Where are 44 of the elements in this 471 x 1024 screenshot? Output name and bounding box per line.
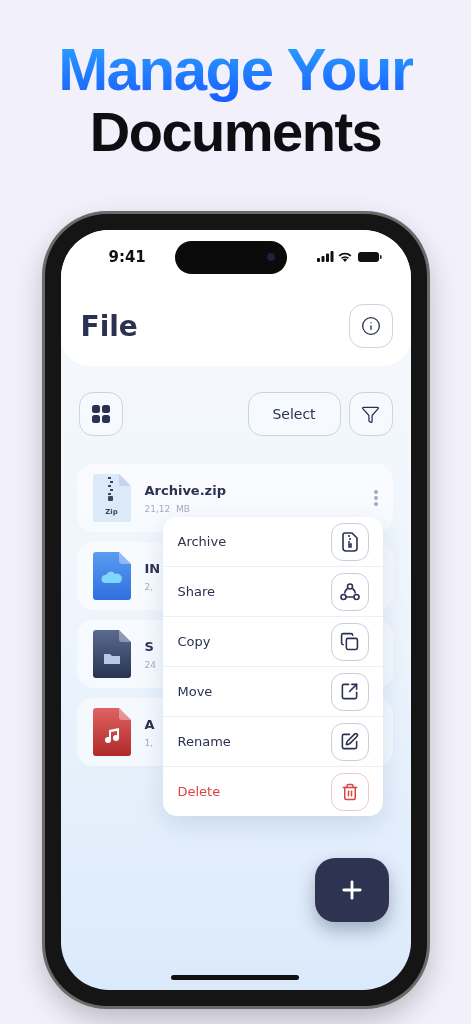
edit-icon [340, 732, 359, 751]
file-size: 2, [144, 581, 154, 592]
menu-label: Archive [177, 534, 227, 549]
folder-file-icon [92, 630, 131, 678]
camera-icon [267, 253, 276, 261]
menu-item[interactable]: Rename [162, 716, 383, 766]
add-button[interactable] [314, 858, 389, 922]
page-title: File [80, 309, 138, 343]
file-name: Archive.zip [144, 482, 226, 498]
menu-label: Share [177, 584, 215, 599]
menu-label: Copy [177, 634, 211, 649]
archive-file-icon [341, 531, 358, 552]
zip-file-icon [92, 474, 131, 522]
battery-icon [357, 252, 381, 262]
file-size: 21,12 MB [144, 503, 190, 514]
status-time: 9:41 [108, 248, 146, 266]
filter-button[interactable] [348, 392, 393, 436]
menu-item[interactable]: Delete [162, 766, 383, 816]
menu-label: Delete [177, 784, 221, 799]
menu-item[interactable]: Copy [162, 616, 383, 666]
signal-icon [316, 251, 333, 262]
file-name: A [144, 716, 155, 732]
copy-icon [340, 632, 359, 651]
grid-icon [90, 404, 111, 424]
music-file-icon [92, 708, 131, 756]
grid-view-button[interactable] [78, 392, 123, 436]
info-icon [360, 316, 381, 336]
headline: Documents [89, 102, 382, 162]
trash-icon [340, 782, 359, 801]
move-icon [340, 682, 359, 701]
menu-item[interactable]: Move [162, 666, 383, 716]
wifi-icon [338, 252, 351, 262]
menu-item[interactable]: Share [162, 566, 383, 616]
select-button[interactable]: Select [247, 392, 341, 436]
filter-icon [361, 404, 380, 424]
file-size: 24 [144, 659, 156, 670]
menu-label: Rename [177, 734, 231, 749]
info-button[interactable] [348, 304, 393, 348]
menu-label: Move [177, 684, 213, 699]
file-name: S [144, 638, 154, 654]
file-size: 1, [144, 737, 154, 748]
share-icon [339, 582, 360, 601]
cloud-file-icon [92, 552, 131, 600]
file-name: IN [144, 560, 161, 576]
